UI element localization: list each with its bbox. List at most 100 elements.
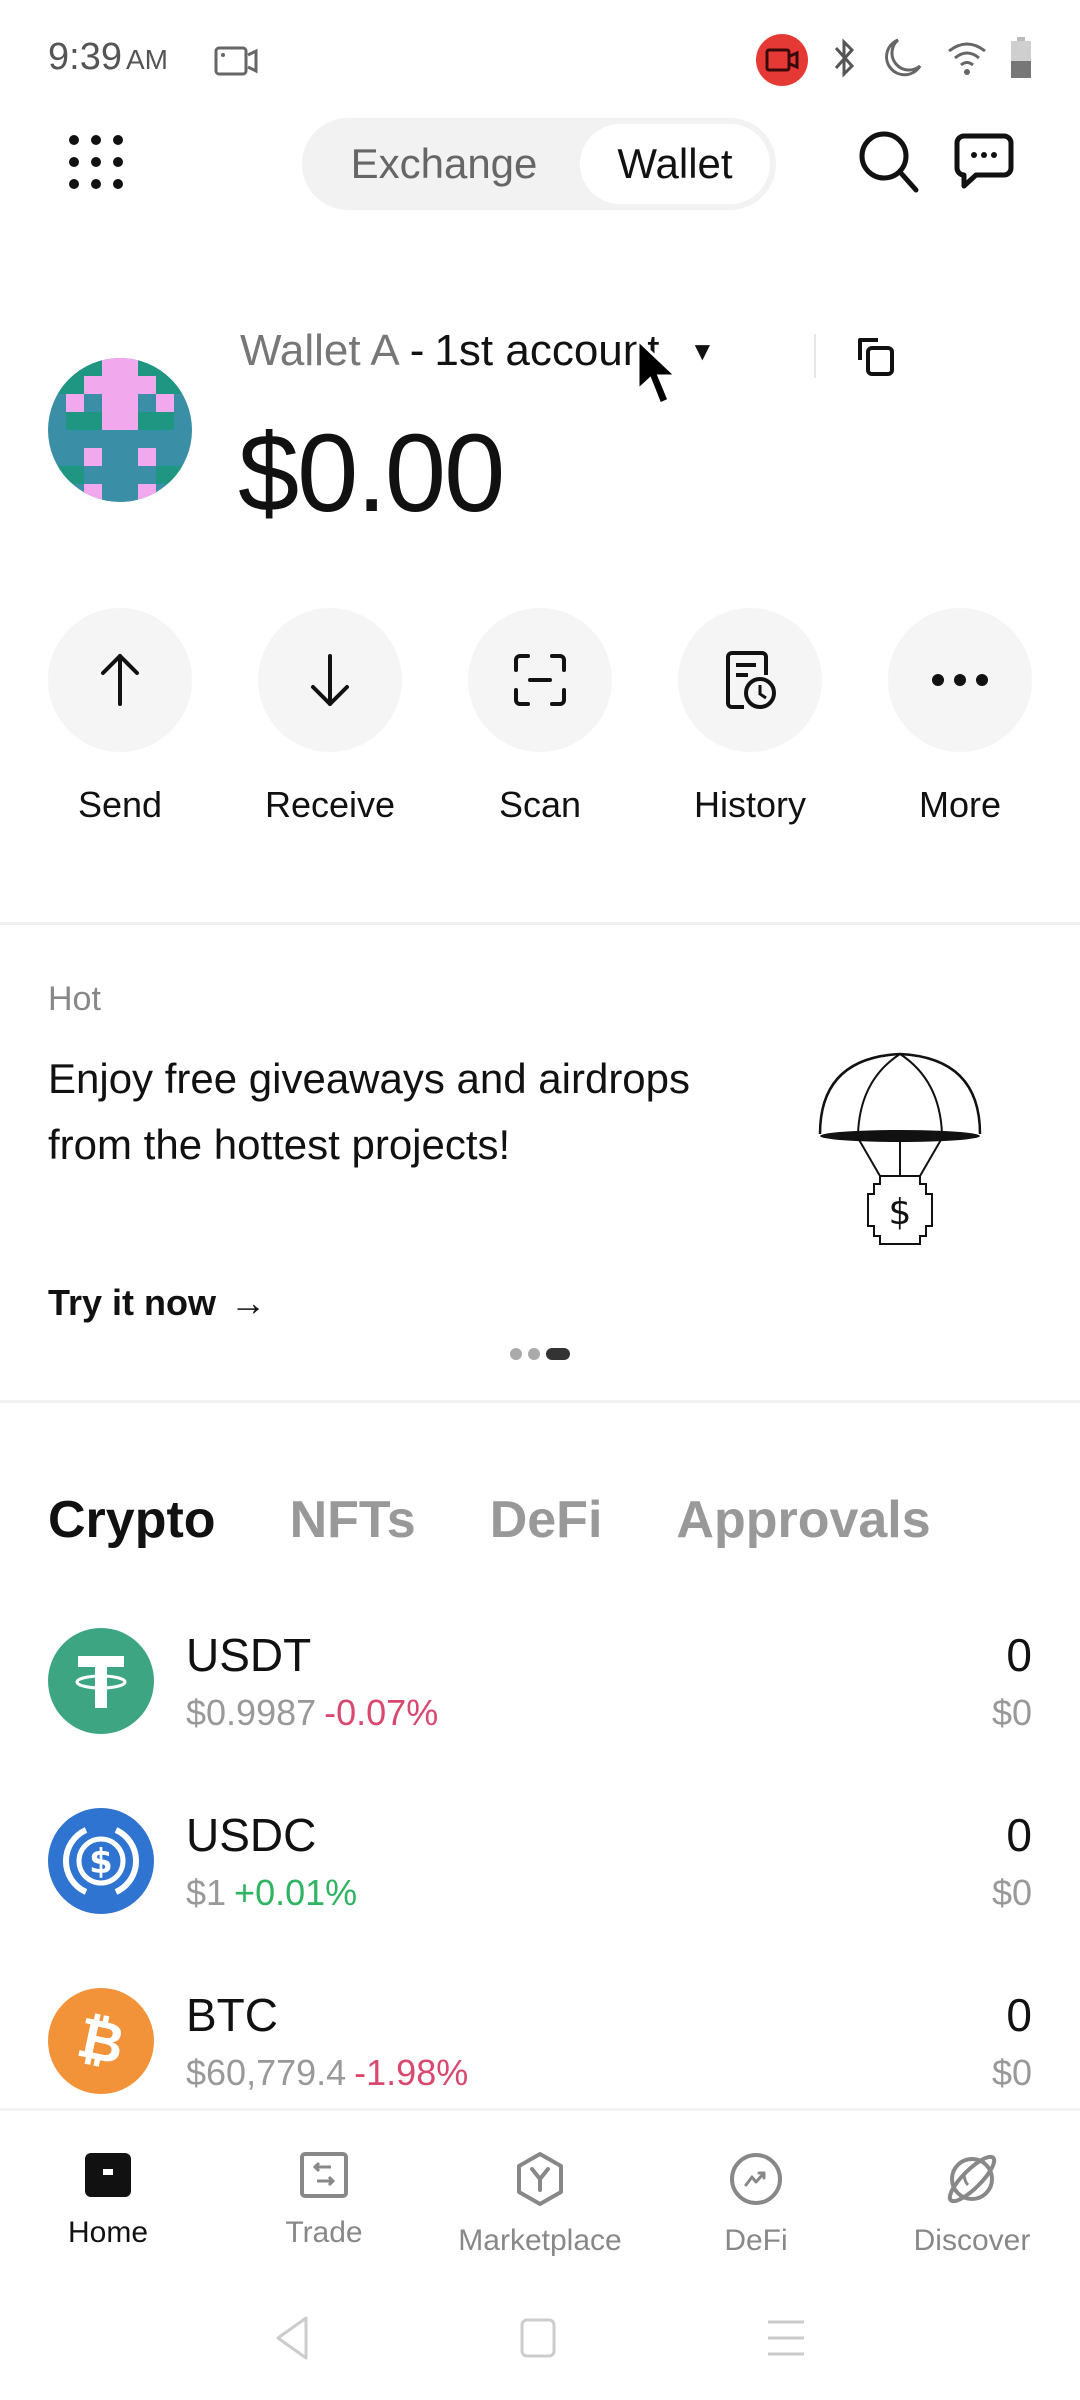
account-name: 1st account: [434, 326, 660, 375]
history-button[interactable]: History: [678, 608, 822, 826]
asset-value: $0: [991, 1692, 1032, 1733]
battery-icon: [1010, 36, 1032, 84]
carousel-pagination: [510, 1348, 570, 1360]
send-button[interactable]: Send: [48, 608, 192, 826]
more-button[interactable]: More: [888, 608, 1032, 826]
tab-defi[interactable]: DeFi: [490, 1490, 603, 1550]
wallet-separator: -: [409, 326, 425, 375]
promo-text: Enjoy free giveaways and airdrops from t…: [48, 1055, 691, 1168]
bottom-navigation: Home Trade Marketplace DeFi Discover: [0, 2108, 1080, 2258]
svg-text:$: $: [889, 1192, 912, 1233]
asset-symbol: BTC: [186, 1989, 278, 2041]
nav-discover[interactable]: Discover: [872, 2151, 1072, 2258]
asset-symbol: USDC: [186, 1809, 317, 1861]
btc-logo-icon: ₿: [48, 1988, 154, 2094]
chat-icon[interactable]: [954, 132, 1014, 197]
nav-label: Home: [67, 2216, 149, 2249]
receive-label: Receive: [264, 784, 396, 825]
bluetooth-icon: [830, 37, 858, 83]
discover-planet-icon: [944, 2151, 1000, 2212]
mouse-cursor-icon: [636, 336, 680, 415]
arrow-down-icon: [258, 608, 402, 752]
more-icon: [888, 608, 1032, 752]
do-not-disturb-icon: [880, 36, 924, 85]
quick-actions: Send Receive Scan History More: [0, 608, 1080, 826]
trade-swap-icon: [299, 2151, 349, 2204]
arrow-up-icon: [48, 608, 192, 752]
asset-change: -0.07%: [324, 1692, 439, 1733]
send-label: Send: [77, 784, 163, 825]
nav-marketplace[interactable]: Marketplace: [440, 2151, 640, 2258]
asset-price-line: $60,779.4 -1.98%: [186, 2052, 468, 2094]
asset-row-usdt[interactable]: USDT $0.9987 -0.07% 0 $0: [48, 1628, 1032, 1748]
section-divider: [0, 922, 1080, 925]
try-it-now-link[interactable]: Try it now →: [48, 1282, 266, 1324]
asset-quantity: 0: [1006, 1809, 1032, 1861]
home-wallet-icon: [83, 2151, 133, 2204]
asset-change: -1.98%: [354, 2052, 469, 2093]
tab-nfts[interactable]: NFTs: [290, 1490, 416, 1550]
asset-price-line: $0.9987 -0.07%: [186, 1692, 438, 1734]
home-icon[interactable]: [520, 2318, 556, 2363]
ampm-text: AM: [125, 44, 168, 75]
screen-record-icon: [756, 34, 808, 86]
history-icon: [678, 608, 822, 752]
copy-address-icon[interactable]: [854, 334, 898, 383]
screen-record-notification-icon: [214, 46, 258, 81]
status-time: 9:39 AM: [48, 36, 168, 79]
menu-grid-icon[interactable]: [66, 132, 126, 192]
nav-label: DeFi: [724, 2224, 788, 2257]
section-divider: [0, 1400, 1080, 1403]
asset-row-btc[interactable]: ₿ BTC $60,779.4 -1.98% 0 $0: [48, 1988, 1032, 2108]
tab-crypto[interactable]: Crypto: [48, 1490, 216, 1550]
wifi-icon: [946, 39, 988, 82]
scan-icon: [468, 608, 612, 752]
arrow-right-icon: →: [230, 1282, 267, 1323]
asset-row-usdc[interactable]: $ USDC $1 +0.01% 0 $0: [48, 1808, 1032, 1928]
back-icon[interactable]: [274, 2316, 310, 2365]
asset-change: +0.01%: [234, 1872, 358, 1913]
carousel-dot-active[interactable]: [546, 1348, 570, 1360]
caret-down-icon: ▼: [689, 335, 716, 366]
wallet-avatar[interactable]: [48, 358, 192, 502]
tab-approvals[interactable]: Approvals: [676, 1490, 930, 1550]
wallet-name: Wallet A: [240, 326, 400, 375]
nav-home[interactable]: Home: [8, 2151, 208, 2258]
usdc-logo-icon: $: [48, 1808, 154, 1914]
search-icon[interactable]: [856, 128, 922, 199]
asset-price: $1: [186, 1872, 227, 1913]
header-divider: [814, 334, 816, 378]
asset-price: $0.9987: [186, 1692, 317, 1733]
cta-label: Try it now: [48, 1282, 217, 1323]
nav-label: Discover: [913, 2224, 1031, 2257]
time-text: 9:39: [48, 36, 122, 78]
exchange-wallet-switch: Exchange Wallet: [302, 118, 776, 210]
carousel-dot[interactable]: [510, 1348, 522, 1360]
carousel-dot[interactable]: [528, 1348, 540, 1360]
status-icons: [756, 34, 1032, 86]
segment-exchange[interactable]: Exchange: [308, 124, 580, 204]
asset-quantity: 0: [1006, 1629, 1032, 1681]
asset-price: $60,779.4: [186, 2052, 347, 2093]
usdt-logo-icon: [48, 1628, 154, 1734]
scan-button[interactable]: Scan: [468, 608, 612, 826]
receive-button[interactable]: Receive: [258, 608, 402, 826]
asset-tabs: Crypto NFTs DeFi Approvals: [48, 1490, 931, 1550]
nav-defi[interactable]: DeFi: [656, 2151, 856, 2258]
asset-value: $0: [991, 1872, 1032, 1913]
airdrop-parachute-illustration: $: [810, 1050, 990, 1255]
nav-label: Trade: [285, 2216, 363, 2249]
nav-label: Marketplace: [458, 2224, 622, 2257]
svg-text:$: $: [89, 1842, 113, 1882]
asset-price-line: $1 +0.01%: [186, 1872, 357, 1914]
asset-quantity: 0: [1006, 1989, 1032, 2041]
system-navigation-bar: [0, 2300, 1080, 2380]
recents-icon[interactable]: [766, 2318, 806, 2363]
total-balance: $0.00: [238, 412, 505, 535]
nav-trade[interactable]: Trade: [224, 2151, 424, 2258]
svg-text:₿: ₿: [72, 2006, 130, 2076]
asset-value: $0: [991, 2052, 1032, 2093]
segment-wallet[interactable]: Wallet: [580, 124, 770, 204]
more-label: More: [918, 784, 1002, 825]
asset-symbol: USDT: [186, 1629, 312, 1681]
